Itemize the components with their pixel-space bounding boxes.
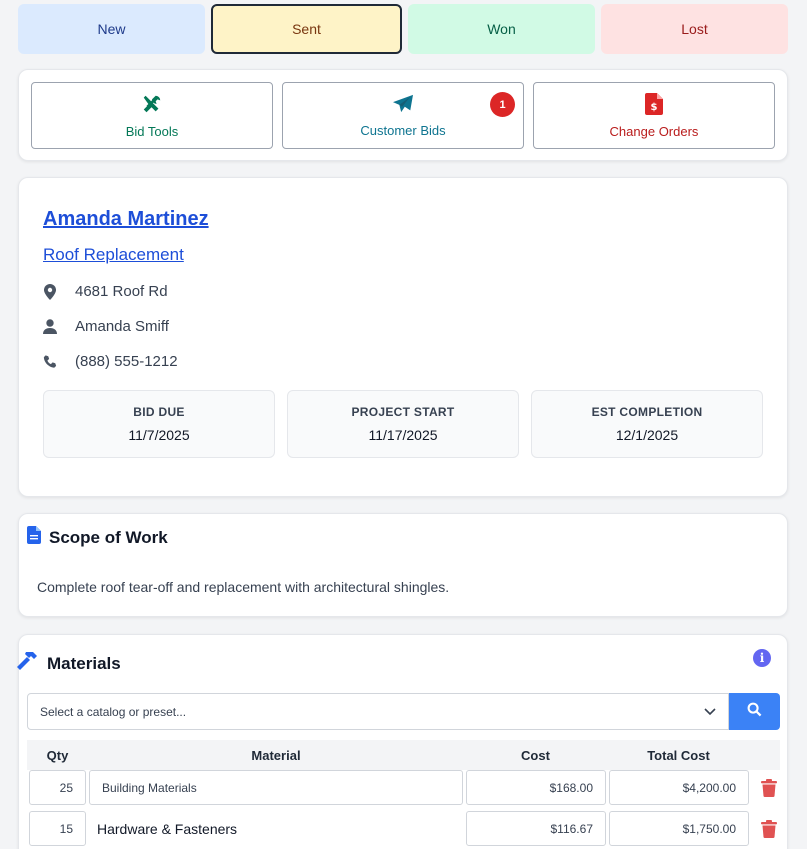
info-icon[interactable]: i: [753, 649, 771, 667]
col-total-cost: Total Cost: [647, 747, 710, 763]
est-completion-box: EST COMPLETION 12/1/2025: [531, 390, 763, 458]
material-input[interactable]: Building Materials: [89, 770, 463, 805]
user-icon: [43, 319, 57, 334]
status-tab-lost[interactable]: Lost: [601, 4, 788, 54]
actions-card: Bid Tools Customer Bids 1 $ Change Order…: [18, 69, 788, 161]
tools-icon: [141, 93, 163, 118]
hammer-icon: [17, 651, 39, 676]
search-button[interactable]: [729, 693, 780, 730]
address-text: 4681 Roof Rd: [75, 283, 168, 300]
svg-text:$: $: [651, 102, 658, 113]
qty-input[interactable]: 25: [29, 770, 86, 805]
table-row: 25 Building Materials $168.00 $4,200.00: [29, 770, 780, 805]
phone-text: (888) 555-1212: [75, 353, 178, 370]
total-cost-cell: $4,200.00: [609, 770, 749, 805]
key-dates: BID DUE 11/7/2025 PROJECT START 11/17/20…: [43, 390, 763, 458]
cost-input[interactable]: $168.00: [466, 770, 606, 805]
bid-tools-button[interactable]: Bid Tools: [31, 82, 273, 149]
est-completion-value: 12/1/2025: [615, 427, 679, 443]
phone-row: (888) 555-1212: [43, 353, 763, 370]
status-tab-new[interactable]: New: [18, 4, 205, 54]
col-cost: Cost: [521, 747, 550, 763]
catalog-select-placeholder: Select a catalog or preset...: [40, 704, 187, 719]
change-orders-button[interactable]: $ Change Orders: [533, 82, 775, 149]
status-tab-won[interactable]: Won: [408, 4, 595, 54]
contact-text: Amanda Smiff: [75, 318, 169, 335]
total-cost-cell: $1,750.00: [609, 811, 749, 846]
cost-input[interactable]: $116.67: [466, 811, 606, 846]
customer-bids-label: Customer Bids: [360, 122, 446, 138]
client-name-link[interactable]: Amanda Martinez: [43, 208, 763, 231]
col-qty: Qty: [46, 747, 69, 763]
scope-description: Complete roof tear-off and replacement w…: [37, 579, 450, 595]
phone-icon: [43, 354, 57, 369]
status-tab-sent[interactable]: Sent: [211, 4, 402, 54]
project-start-box: PROJECT START 11/17/2025: [287, 390, 519, 458]
search-icon: [747, 702, 762, 722]
project-start-label: PROJECT START: [351, 405, 455, 419]
change-orders-label: Change Orders: [609, 123, 699, 139]
customer-bids-button[interactable]: Customer Bids 1: [282, 82, 524, 149]
scope-heading: Scope of Work: [27, 526, 769, 549]
chevron-down-icon: [704, 705, 716, 719]
scope-card: Scope of Work Complete roof tear-off and…: [18, 513, 788, 617]
bid-due-box: BID DUE 11/7/2025: [43, 390, 275, 458]
customer-bids-badge: 1: [490, 92, 515, 117]
trash-icon[interactable]: [758, 819, 780, 838]
project-start-value: 11/17/2025: [368, 427, 438, 443]
catalog-select[interactable]: Select a catalog or preset...: [27, 693, 729, 730]
status-tabs: New Sent Won Lost: [18, 4, 788, 54]
client-card: Amanda Martinez Roof Replacement 4681 Ro…: [18, 177, 788, 497]
bid-due-value: 11/7/2025: [128, 427, 190, 443]
scope-title: Scope of Work: [49, 527, 168, 547]
document-icon: [27, 526, 41, 549]
materials-table-header: Qty Material Cost Total Cost: [27, 740, 780, 770]
address-row: 4681 Roof Rd: [43, 283, 763, 300]
col-material: Material: [251, 747, 301, 763]
project-name-link[interactable]: Roof Replacement: [43, 245, 763, 265]
map-pin-icon: [43, 283, 57, 300]
table-row: 15 Hardware & Fasteners $116.67 $1,750.0…: [29, 811, 780, 846]
bid-tools-label: Bid Tools: [125, 123, 179, 139]
contact-row: Amanda Smiff: [43, 318, 763, 335]
material-text[interactable]: Hardware & Fasteners: [89, 811, 463, 846]
paper-plane-icon: [392, 94, 414, 117]
bid-due-label: BID DUE: [133, 405, 185, 419]
materials-title: Materials: [47, 653, 121, 673]
materials-heading: Materials: [17, 651, 121, 676]
est-completion-label: EST COMPLETION: [591, 405, 703, 419]
dollar-file-icon: $: [645, 92, 663, 118]
materials-card: Materials i Select a catalog or preset..…: [17, 634, 788, 849]
qty-input[interactable]: 15: [29, 811, 86, 846]
trash-icon[interactable]: [758, 778, 780, 797]
